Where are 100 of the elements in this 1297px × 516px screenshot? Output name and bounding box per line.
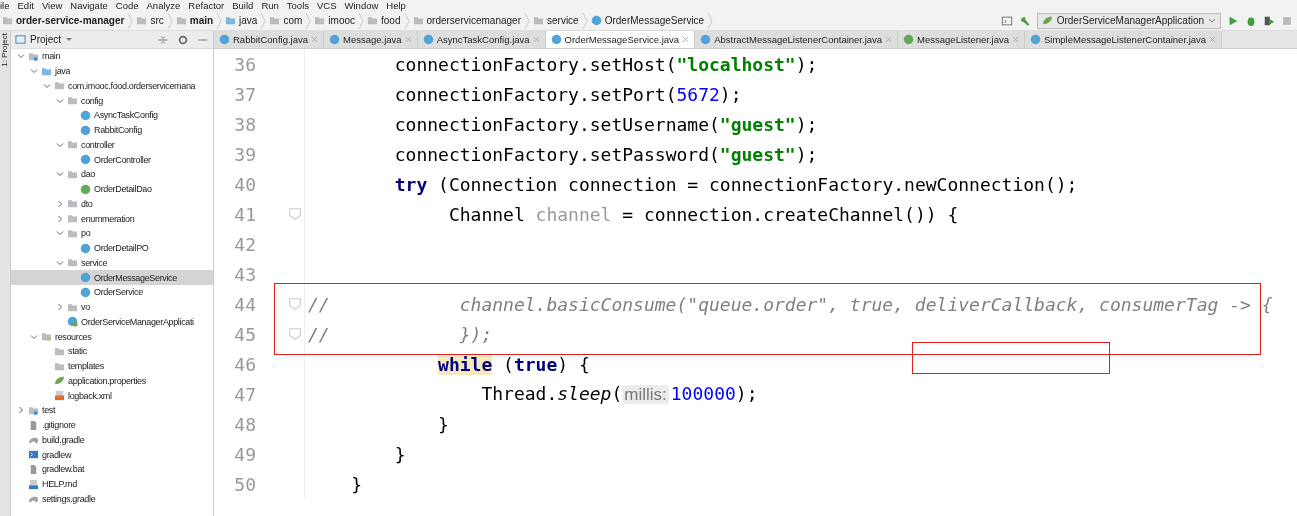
hammer-icon[interactable] (1018, 14, 1031, 27)
chevron-down-icon[interactable] (56, 258, 64, 267)
breadcrumb-item[interactable]: food (367, 15, 401, 26)
tree-item[interactable]: gradlew.bat (11, 462, 213, 477)
breadcrumb-item[interactable]: java (225, 15, 258, 26)
menu-item[interactable]: Window (344, 0, 379, 11)
editor-tab[interactable]: Message.java (324, 31, 418, 48)
menu-item[interactable]: View (41, 0, 63, 11)
run-icon[interactable] (1227, 14, 1239, 27)
menu-item[interactable]: Analyze (146, 0, 181, 11)
tree-item[interactable]: settings.gradle (11, 491, 213, 507)
chevron-down-icon[interactable] (56, 229, 64, 238)
tree-item[interactable]: static (11, 344, 213, 359)
tree-item[interactable]: test (11, 403, 213, 418)
tree-item[interactable]: config (11, 93, 213, 108)
menu-item[interactable]: VCS (317, 0, 337, 11)
leaf-icon (54, 375, 65, 387)
line-number: 43 (233, 263, 256, 285)
menu-item[interactable]: Tools (286, 0, 309, 11)
code-text: connectionFactory.setPassword( (394, 143, 720, 165)
tree-item[interactable]: .gitignore (11, 417, 213, 433)
menu-item[interactable]: Build (232, 0, 254, 11)
line-number: 46 (233, 353, 256, 375)
xml-file-icon (54, 390, 65, 402)
close-icon[interactable] (682, 36, 690, 43)
tree-item[interactable]: OrderController (11, 152, 213, 167)
tree-item[interactable]: java (11, 63, 213, 79)
close-icon[interactable] (1011, 36, 1019, 43)
tree-item[interactable]: dto (11, 196, 213, 212)
menu-item[interactable]: Navigate (70, 0, 108, 11)
breadcrumb-item[interactable]: main (175, 15, 214, 26)
breadcrumb-item[interactable]: imooc (314, 15, 356, 26)
tree-item[interactable]: service (11, 255, 213, 271)
settings-icon[interactable] (177, 33, 189, 46)
code-text: ); (795, 53, 818, 75)
chevron-down-icon[interactable] (56, 140, 64, 149)
editor-tab[interactable]: AbstractMessageListenerContainer.java (695, 31, 899, 48)
tree-item[interactable]: enummeration (11, 211, 213, 226)
fold-marker-icon[interactable] (288, 327, 302, 341)
tree-item[interactable]: OrderService (11, 285, 213, 300)
editor-tab[interactable]: MessageListener.java (898, 31, 1025, 48)
tree-item[interactable]: dao (11, 167, 213, 182)
menu-item[interactable]: Edit (17, 0, 34, 11)
run-configuration-dropdown[interactable]: OrderServiceManagerApplication (1036, 12, 1221, 29)
breadcrumb-item[interactable]: OrderMessageService (590, 15, 705, 26)
project-tool-tab[interactable]: 1: Project (0, 31, 9, 69)
tree-item[interactable]: OrderDetailPO (11, 240, 213, 256)
menu-item[interactable]: Run (261, 0, 279, 11)
close-icon[interactable] (885, 36, 893, 43)
fold-marker-icon[interactable] (288, 297, 302, 311)
tree-item[interactable]: application.properties (11, 373, 213, 389)
chevron-down-icon[interactable] (30, 332, 38, 341)
terminal-window-icon[interactable] (1000, 14, 1013, 27)
code-text: = connection.createChannel()) { (622, 203, 959, 225)
menu-item[interactable]: Refactor (188, 0, 225, 11)
tree-item[interactable]: gradlew (11, 447, 213, 462)
close-icon[interactable] (404, 36, 412, 43)
tree-item[interactable]: OrderDetailDao (11, 181, 213, 197)
editor-tab[interactable]: RabbitConfig.java (214, 31, 324, 48)
tree-item[interactable]: main (11, 49, 213, 64)
menu-item[interactable]: ile (0, 0, 10, 11)
tree-item[interactable]: controller (11, 137, 213, 153)
breadcrumb-item[interactable]: com (269, 15, 303, 26)
folder-icon (269, 15, 281, 26)
markdown-file-icon (28, 478, 39, 490)
chevron-right-icon[interactable] (56, 303, 64, 312)
stop-icon[interactable] (1281, 14, 1293, 27)
close-icon[interactable] (1209, 36, 1217, 43)
tree-item[interactable]: OrderMessageService (11, 270, 213, 285)
close-icon[interactable] (532, 36, 540, 43)
close-icon[interactable] (311, 36, 318, 43)
tree-item[interactable]: HELP.md (11, 476, 213, 492)
editor-tab[interactable]: AsyncTaskConfig.java (417, 31, 546, 48)
chevron-right-icon[interactable] (17, 406, 25, 415)
fold-marker-icon[interactable] (288, 207, 302, 221)
tree-item[interactable]: vo (11, 299, 213, 315)
tree-item[interactable]: AsyncTaskConfig (11, 108, 213, 123)
tree-item[interactable]: templates (11, 358, 213, 374)
breadcrumb-item[interactable]: src (136, 15, 164, 26)
tree-item[interactable]: OrderServiceManagerApplicati (11, 314, 213, 330)
editor-tab[interactable]: OrderMessageService.java (545, 31, 696, 48)
breadcrumb-item[interactable]: service (533, 15, 579, 26)
tree-item[interactable]: resources (11, 329, 213, 344)
breadcrumb-item[interactable]: orderservicemanager (412, 15, 521, 26)
breadcrumb-item[interactable]: order-service-manager (2, 15, 125, 26)
menu-item[interactable]: Help (386, 0, 406, 11)
tree-item[interactable]: po (11, 226, 213, 241)
code-text: ) { (557, 353, 590, 375)
tree-item[interactable]: com.imooc.food.orderservicemana (11, 78, 213, 94)
menu-item[interactable]: Code (115, 0, 139, 11)
tree-item[interactable]: RabbitConfig (11, 122, 213, 138)
tree-item[interactable]: logback.xml (11, 388, 213, 403)
chevron-separator-icon (305, 11, 312, 30)
tree-item[interactable]: build.gradle (11, 432, 213, 448)
code-text: } (351, 473, 363, 495)
collapse-all-icon[interactable] (157, 33, 169, 46)
chevron-down-icon[interactable] (56, 170, 64, 179)
project-view-selector[interactable]: Project (15, 34, 74, 45)
code-comment: // channel.basicConsume("queue.order", true, deliverCallback, consumerTag -> { (308, 293, 1273, 315)
editor-tab[interactable]: SimpleMessageListenerContainer.java (1024, 31, 1223, 48)
